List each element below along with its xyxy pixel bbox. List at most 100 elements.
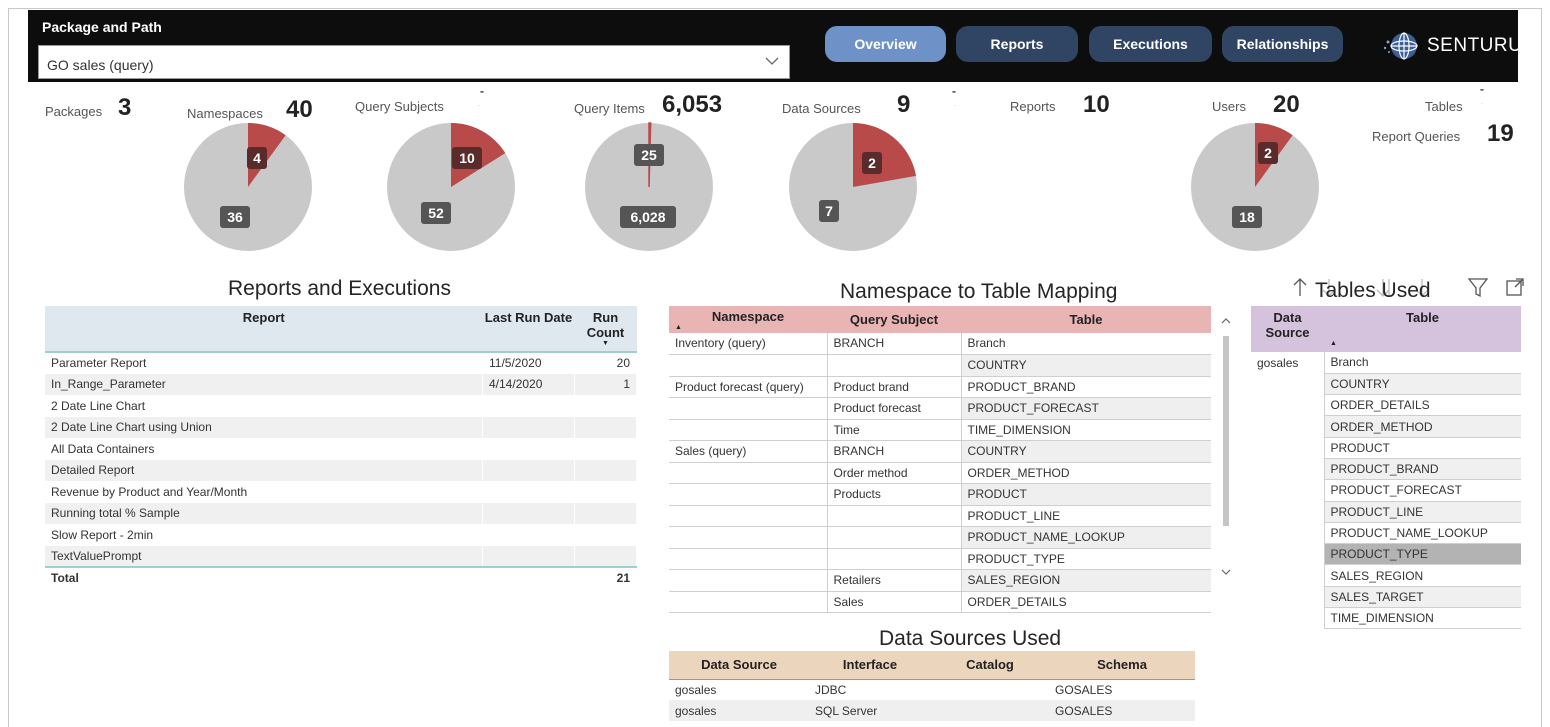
sort-descending-icon: ▼ <box>602 340 609 347</box>
users-pie-chart[interactable]: 18 2 <box>1190 122 1320 252</box>
table-row[interactable]: ORDER_METHOD <box>1251 415 1521 438</box>
scroll-up-arrow[interactable] <box>1221 318 1231 324</box>
col-header-data-source[interactable]: Data Source <box>1251 306 1324 352</box>
col-header-run-count[interactable]: Run Count ▼ <box>574 306 637 353</box>
last-run-date-cell <box>482 481 575 503</box>
table-row[interactable]: SALES_REGION <box>1251 564 1521 587</box>
table-name-cell: PRODUCT_LINE <box>1323 501 1521 523</box>
namespace-cell <box>669 505 827 527</box>
nav-overview-button[interactable]: Overview <box>825 26 946 62</box>
table-row[interactable]: PRODUCT_LINE <box>1251 501 1521 523</box>
col-header-table[interactable]: Table <box>961 306 1211 333</box>
package-select[interactable]: GO sales (query) <box>38 45 790 79</box>
scroll-thumb[interactable] <box>1223 336 1229 526</box>
kpi-users-value: 20 <box>1273 91 1300 118</box>
col-header-query-subject[interactable]: Query Subject <box>827 306 961 333</box>
report-name-cell: Slow Report - 2min <box>45 524 483 546</box>
table-row[interactable]: PRODUCT_LINE <box>669 505 1211 527</box>
filter-icon[interactable] <box>1467 278 1489 298</box>
table-row[interactable]: PRODUCT_BRAND <box>1251 458 1521 481</box>
table-row[interactable]: PRODUCT_FORECAST <box>1251 479 1521 502</box>
table-row[interactable]: Parameter Report 11/5/2020 20 <box>45 352 637 374</box>
table-row[interactable]: Detailed Report <box>45 459 637 481</box>
table-row[interactable]: Slow Report - 2min <box>45 524 637 546</box>
focus-mode-icon[interactable] <box>1506 278 1524 296</box>
table-row[interactable]: Product forecast PRODUCT_FORECAST <box>669 397 1211 420</box>
table-row[interactable]: Product forecast (query) Product brand PRO… <box>669 376 1211 398</box>
blank-dot: . <box>478 101 480 108</box>
table-name-cell: PRODUCT_TYPE <box>960 548 1211 570</box>
nav-executions-button[interactable]: Executions <box>1089 26 1212 62</box>
table-row[interactable]: Retailers SALES_REGION <box>669 569 1211 592</box>
table-row[interactable]: PRODUCT_NAME_LOOKUP <box>669 526 1211 549</box>
namespace-cell <box>669 462 827 484</box>
kpi-query-items-value: 6,053 <box>662 91 723 118</box>
table-row[interactable]: PRODUCT <box>1251 437 1521 459</box>
kpi-reports-label: Reports <box>1010 99 1056 114</box>
col-header-namespace-label: Namespace <box>711 308 785 324</box>
table-row[interactable]: PRODUCT_TYPE <box>1251 543 1521 566</box>
col-header-data-source[interactable]: Data Source <box>669 651 809 680</box>
col-header-interface[interactable]: Interface <box>809 651 931 680</box>
report-name-cell: TextValuePrompt <box>45 545 483 567</box>
table-row[interactable]: Order method ORDER_METHOD <box>669 462 1211 484</box>
query-items-pie-chart[interactable]: 6,028 25 <box>584 122 714 252</box>
col-header-table[interactable]: Table ▲ <box>1324 306 1521 352</box>
data-source-cell <box>1251 373 1324 394</box>
table-row[interactable]: Time TIME_DIMENSION <box>669 419 1211 441</box>
table-row[interactable]: SALES_TARGET <box>1251 586 1521 609</box>
col-header-schema[interactable]: Schema <box>1049 651 1195 680</box>
col-header-report[interactable]: Report <box>45 306 483 353</box>
table-row[interactable]: 2 Date Line Chart using Union <box>45 416 637 438</box>
sort-ascending-icon: ▲ <box>1330 340 1337 347</box>
namespace-table-scrollbar[interactable] <box>1219 306 1233 592</box>
query-subject-cell <box>826 505 961 527</box>
run-count-cell: 1 <box>574 373 637 395</box>
namespaces-pie-chart[interactable]: 36 4 <box>183 122 313 252</box>
col-header-catalog[interactable]: Catalog <box>931 651 1049 680</box>
table-row[interactable]: Sales (query) BRANCH COUNTRY <box>669 440 1211 463</box>
table-row[interactable]: All Data Containers <box>45 438 637 460</box>
table-row[interactable]: ORDER_DETAILS <box>1251 394 1521 417</box>
col-header-namespace[interactable]: Namespace ▲ <box>669 306 827 333</box>
col-header-last-run-date[interactable]: Last Run Date <box>482 306 575 353</box>
total-row: Total 21 <box>45 566 637 589</box>
table-row[interactable]: gosales Branch <box>1251 352 1521 374</box>
data-sources-pie-chart[interactable]: 7 2 <box>788 122 918 252</box>
table-row[interactable]: gosales SQL Server GOSALES <box>669 700 1195 721</box>
interface-cell: JDBC <box>815 682 847 697</box>
nav-relationships-button[interactable]: Relationships <box>1222 26 1343 62</box>
table-row[interactable]: PRODUCT_NAME_LOOKUP <box>1251 522 1521 545</box>
table-row[interactable]: 2 Date Line Chart <box>45 395 637 417</box>
table-row[interactable]: Inventory (query) BRANCH Branch <box>669 333 1211 355</box>
nav-reports-button[interactable]: Reports <box>956 26 1078 62</box>
scroll-down-arrow[interactable] <box>1221 569 1231 575</box>
run-count-cell: 20 <box>574 352 637 374</box>
table-name-cell: SALES_REGION <box>1323 564 1521 587</box>
table-row[interactable]: COUNTRY <box>669 354 1211 377</box>
table-row[interactable]: Products PRODUCT <box>669 483 1211 506</box>
report-name-cell: All Data Containers <box>45 438 483 460</box>
data-source-cell <box>1251 458 1324 479</box>
table-row[interactable]: In_Range_Parameter 4/14/2020 1 <box>45 373 637 395</box>
chevron-down-icon <box>765 57 779 65</box>
sort-ascending-icon: ▲ <box>675 323 682 331</box>
table-row[interactable]: Running total % Sample <box>45 502 637 524</box>
data-source-cell <box>1251 586 1324 607</box>
table-row[interactable]: TextValuePrompt <box>45 545 637 567</box>
more-dots: ▪▪ <box>1480 87 1484 94</box>
query-subject-cell: BRANCH <box>826 333 961 355</box>
table-row[interactable]: COUNTRY <box>1251 373 1521 396</box>
table-row[interactable]: gosales JDBC GOSALES <box>669 679 1195 700</box>
blank-dot: . <box>954 101 956 108</box>
table-row[interactable]: TIME_DIMENSION <box>1251 607 1521 630</box>
data-source-cell <box>1251 544 1324 565</box>
data-source-cell <box>1251 522 1324 543</box>
query-subjects-pie-chart[interactable]: 52 10 <box>386 122 516 252</box>
table-row[interactable]: PRODUCT_TYPE <box>669 548 1211 570</box>
table-row[interactable]: Sales ORDER_DETAILS <box>669 591 1211 613</box>
table-row[interactable]: Revenue by Product and Year/Month <box>45 481 637 503</box>
query-subject-cell: Retailers <box>826 569 961 592</box>
drill-up-icon[interactable] <box>1293 278 1307 296</box>
package-select-value: GO sales (query) <box>47 57 154 73</box>
